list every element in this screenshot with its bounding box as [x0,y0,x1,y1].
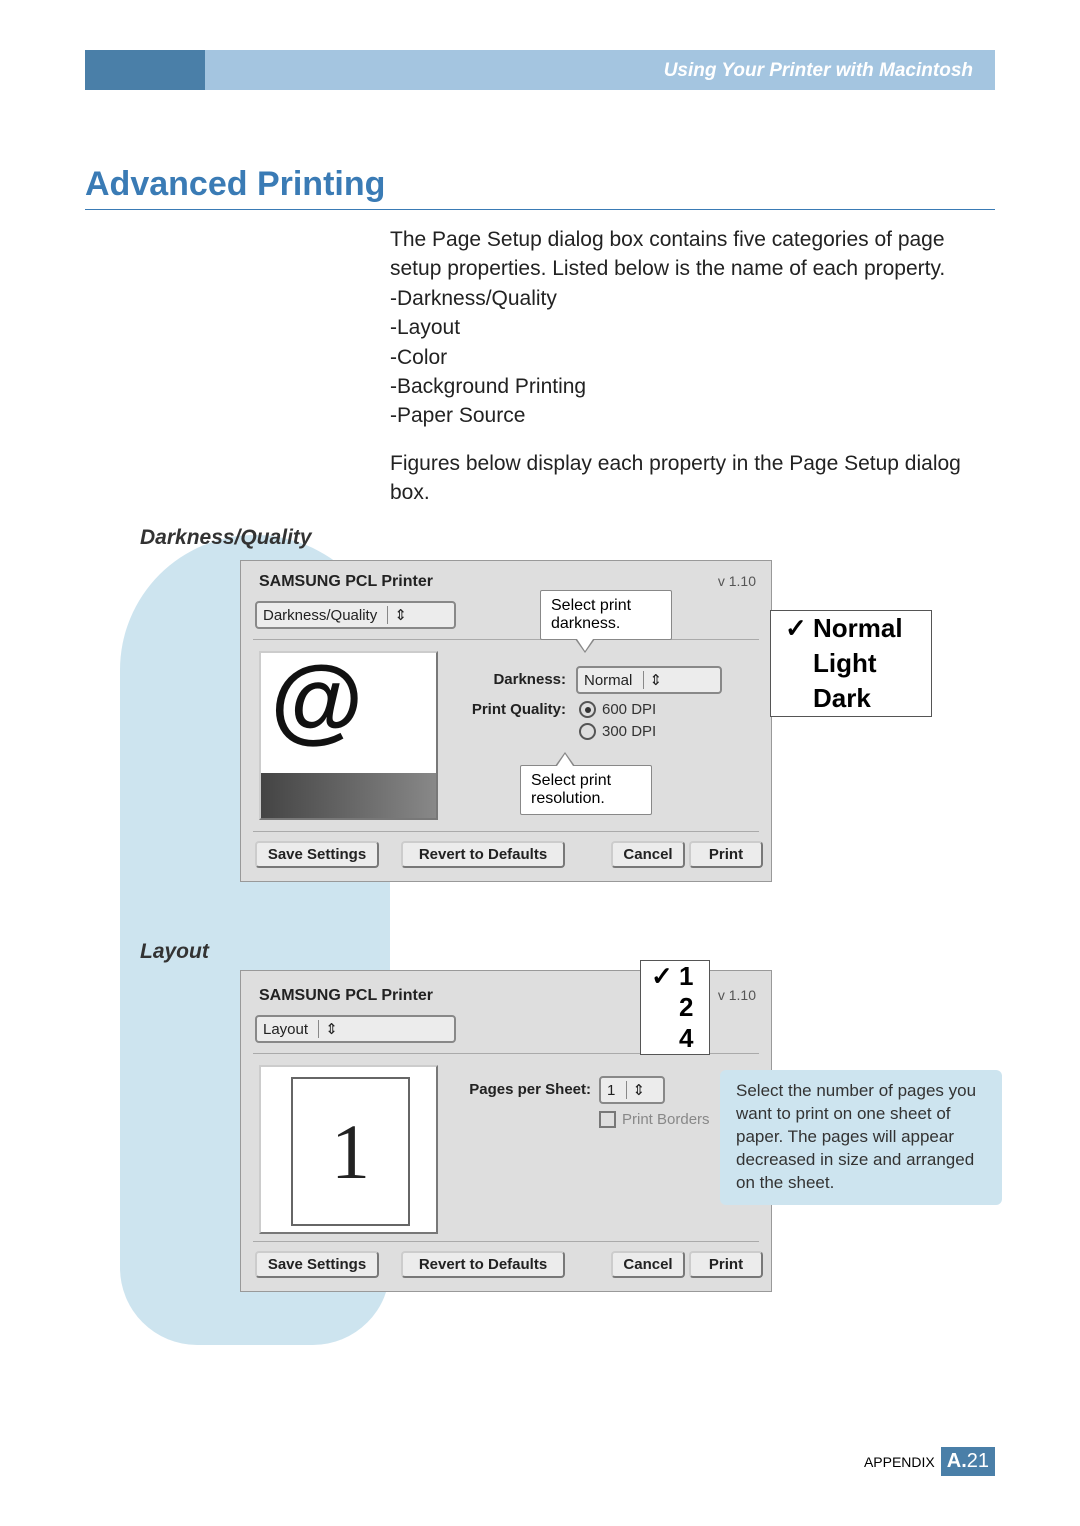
print-borders-label: Print Borders [622,1111,710,1128]
intro-p2: Figures below display each property in t… [390,449,995,508]
chevron-updown-icon: ⇕ [626,1081,646,1099]
darkness-dialog: SAMSUNG PCL Printer v 1.10 Darkness/Qual… [240,560,772,882]
preview-photo [261,773,436,818]
intro-list-1: -Darkness/Quality [390,284,995,313]
save-settings-button[interactable]: Save Settings [255,841,379,868]
footer-label: APPENDIX [864,1454,935,1470]
at-icon: @ [261,653,436,751]
save-settings-button[interactable]: Save Settings [255,1251,379,1278]
preview-image: 1 [259,1065,438,1234]
print-button[interactable]: Print [689,841,763,868]
dialog-divider [253,639,759,640]
intro-list-4: -Background Printing [390,372,995,401]
dialog-divider [253,831,759,832]
page-footer: APPENDIX A.21 [864,1447,995,1476]
tab-select-value: Darkness/Quality [263,607,377,624]
pps-select[interactable]: 1 ⇕ [599,1076,665,1104]
pps-value: 1 [607,1082,615,1099]
darkness-options-zoom: ✓Normal Light Dark [770,610,932,717]
page-title: Advanced Printing [85,165,995,210]
header-accent [85,50,205,90]
preview-image: @ [259,651,438,820]
intro-list-2: -Layout [390,313,995,342]
radio-600-label: 600 DPI [602,701,656,718]
dialog-divider [253,1241,759,1242]
darkness-select[interactable]: Normal ⇕ [576,666,722,694]
page: Using Your Printer with Macintosh Advanc… [0,0,1080,1526]
quality-label: Print Quality: [446,701,566,718]
page-title-text: Advanced Printing [85,165,385,203]
check-icon: ✓ [651,961,669,992]
pps-label: Pages per Sheet: [446,1081,591,1098]
intro-p1: The Page Setup dialog box contains five … [390,225,995,284]
cancel-button[interactable]: Cancel [611,1251,685,1278]
print-button[interactable]: Print [689,1251,763,1278]
radio-icon [579,723,596,740]
chevron-updown-icon: ⇕ [318,1020,338,1038]
tab-select[interactable]: Darkness/Quality ⇕ [255,601,456,629]
tab-select-value: Layout [263,1021,308,1038]
chevron-updown-icon: ⇕ [643,671,663,689]
printer-version: v 1.10 [718,987,756,1003]
intro-list-5: -Paper Source [390,401,995,430]
pps-options-zoom: ✓1 2 4 [640,960,710,1055]
intro-list-3: -Color [390,343,995,372]
check-icon: ✓ [785,613,803,644]
chapter-title: Using Your Printer with Macintosh [664,60,973,82]
darkness-value: Normal [584,672,632,689]
cancel-button[interactable]: Cancel [611,841,685,868]
radio-600[interactable]: 600 DPI [579,701,656,718]
checkbox-icon [599,1111,616,1128]
section1-heading: Darkness/Quality [140,526,312,550]
intro-text: The Page Setup dialog box contains five … [390,225,995,508]
section2-heading: Layout [140,940,209,964]
layout-tip: Select the number of pages you want to p… [720,1070,1002,1205]
callout-darkness: Select print darkness. [540,590,672,640]
radio-300[interactable]: 300 DPI [579,723,656,740]
header-bar: Using Your Printer with Macintosh [85,50,995,90]
chevron-updown-icon: ⇕ [387,606,407,624]
print-borders-checkbox[interactable]: Print Borders [599,1111,710,1128]
revert-defaults-button[interactable]: Revert to Defaults [401,1251,565,1278]
page-icon: 1 [291,1077,410,1226]
darkness-label: Darkness: [446,671,566,688]
radio-300-label: 300 DPI [602,723,656,740]
callout-quality: Select print resolution. [520,765,652,815]
tab-select[interactable]: Layout ⇕ [255,1015,456,1043]
footer-page: A.21 [941,1447,995,1476]
revert-defaults-button[interactable]: Revert to Defaults [401,841,565,868]
printer-name: SAMSUNG PCL Printer [259,573,433,591]
radio-icon [579,701,596,718]
printer-name: SAMSUNG PCL Printer [259,987,433,1005]
printer-version: v 1.10 [718,573,756,589]
